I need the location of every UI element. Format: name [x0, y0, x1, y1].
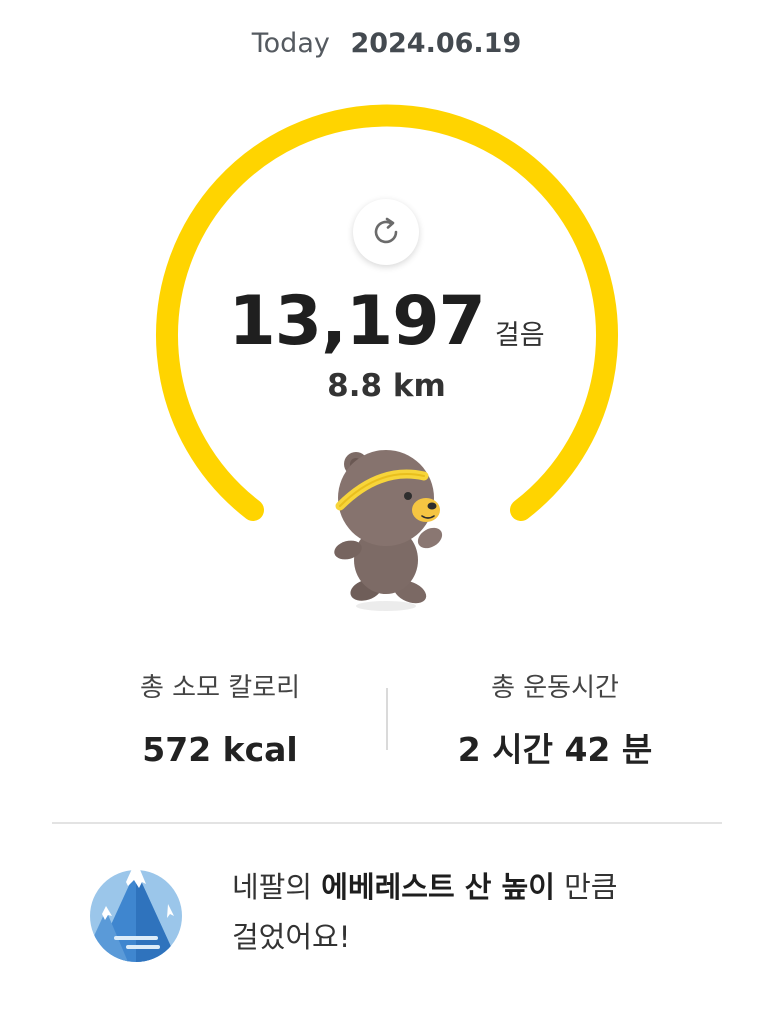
section-divider [52, 822, 722, 824]
steps-count: 13,197 걸음 [0, 282, 773, 361]
achievement-suffix: 만큼 [554, 870, 618, 904]
calories-label: 총 소모 칼로리 [139, 673, 301, 703]
steps-value: 13,197 [228, 282, 485, 361]
steps-unit: 걸음 [494, 320, 545, 351]
refresh-icon [374, 217, 398, 244]
achievement-line1: 네팔의 에베레스트 산 높이 만큼 [232, 862, 712, 912]
achievement-prefix: 네팔의 [232, 870, 322, 904]
mountain-icon [90, 860, 182, 962]
date-label: Today [251, 28, 330, 59]
achievement-message: 네팔의 에베레스트 산 높이 만큼 걸었어요! [232, 862, 712, 962]
mascot-shadow [356, 601, 416, 611]
refresh-button[interactable] [353, 199, 419, 265]
achievement-highlight: 에베레스트 산 높이 [321, 870, 555, 904]
calories-value: 572 kcal [142, 730, 298, 769]
date-value: 2024.06.19 [350, 28, 522, 59]
date-header: Today 2024.06.19 [0, 22, 773, 66]
bear-runner-mascot [334, 450, 443, 611]
exercise-time-stat: 총 운동시간 2 시간 42 분 [395, 668, 715, 772]
exercise-time-value: 2 시간 42 분 [457, 730, 653, 769]
exercise-time-label: 총 운동시간 [491, 673, 619, 703]
stats-divider [386, 688, 388, 750]
distance-value: 8.8 km [327, 368, 446, 404]
calories-stat: 총 소모 칼로리 572 kcal [60, 668, 380, 772]
achievement-line2: 걸었어요! [232, 920, 351, 954]
